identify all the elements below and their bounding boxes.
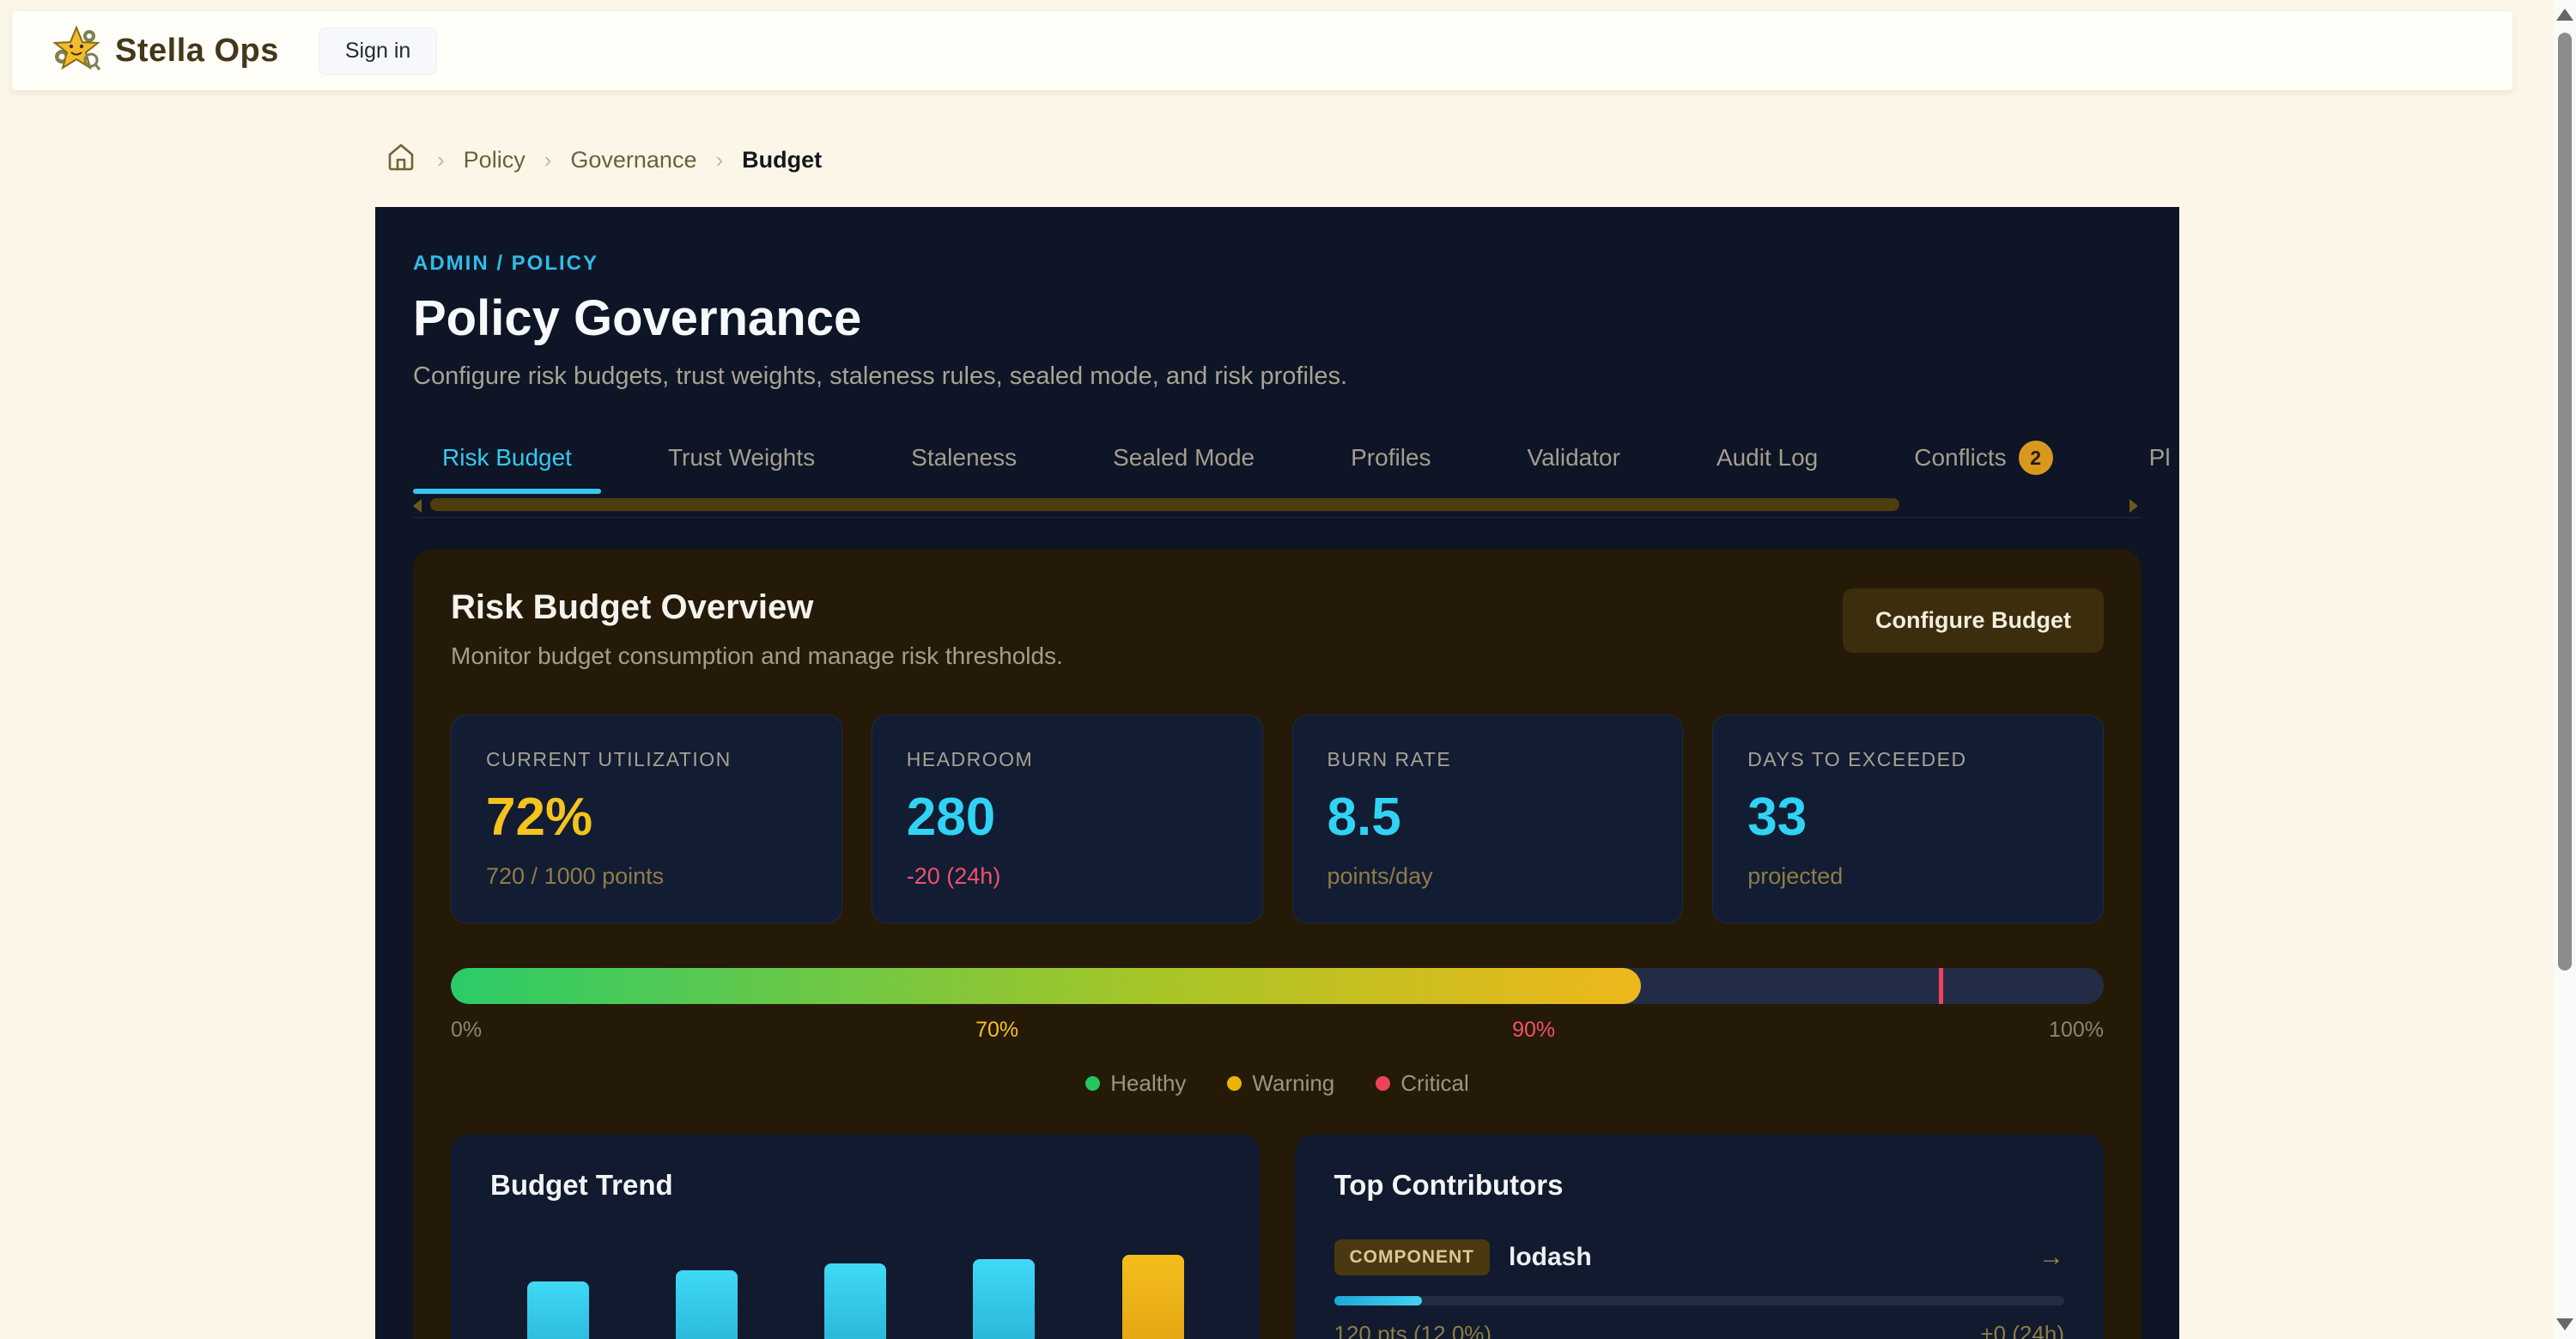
trend-bar xyxy=(527,1281,589,1339)
critical-threshold-marker xyxy=(1939,968,1943,1004)
stat-value: 33 xyxy=(1747,787,2069,848)
page-title: Policy Governance xyxy=(413,289,2142,347)
contributor-progress-track xyxy=(1334,1296,2065,1306)
trend-bar xyxy=(676,1270,738,1339)
axis-label-90: 90% xyxy=(1512,1018,1555,1043)
legend-warning: Warning xyxy=(1227,1070,1334,1097)
tabs-scroll-right-icon[interactable] xyxy=(2129,499,2138,513)
risk-budget-overview-card: Risk Budget Overview Monitor budget cons… xyxy=(413,549,2142,1339)
critical-dot-icon xyxy=(1376,1076,1390,1091)
axis-label-100: 100% xyxy=(2049,1018,2104,1043)
scroll-up-icon[interactable] xyxy=(2556,9,2573,21)
healthy-dot-icon xyxy=(1085,1076,1100,1091)
tab-staleness[interactable]: Staleness xyxy=(882,427,1046,494)
tab-conflicts[interactable]: Conflicts 2 xyxy=(1885,427,2081,494)
stat-value: 280 xyxy=(907,787,1228,848)
tab-risk-budget[interactable]: Risk Budget xyxy=(413,427,601,494)
tab-validator[interactable]: Validator xyxy=(1498,427,1649,494)
contributor-item-lodash[interactable]: COMPONENT lodash → 120 pts (12.0%) +0 (2… xyxy=(1334,1239,2065,1339)
tab-audit-log[interactable]: Audit Log xyxy=(1687,427,1847,494)
home-icon[interactable] xyxy=(384,140,418,180)
tabs-scroll-left-icon[interactable] xyxy=(413,499,422,513)
stat-card-current-utilization: CURRENT UTILIZATION 72% 720 / 1000 point… xyxy=(451,715,842,923)
overview-title: Risk Budget Overview xyxy=(451,588,1063,627)
stat-value: 8.5 xyxy=(1327,787,1649,848)
contributor-type-badge: COMPONENT xyxy=(1334,1239,1491,1275)
warning-dot-icon xyxy=(1227,1076,1242,1091)
axis-label-0: 0% xyxy=(451,1018,482,1043)
top-contributors-card: Top Contributors COMPONENT lodash → 120 … xyxy=(1295,1135,2105,1339)
utilization-legend: Healthy Warning Critical xyxy=(451,1070,2104,1097)
budget-trend-bars: 12/1 12/8 12/15 12/22 12/29 xyxy=(490,1232,1221,1339)
breadcrumb-separator: › xyxy=(437,147,445,173)
tabs-scrollbar[interactable] xyxy=(413,497,2142,513)
trend-bar xyxy=(1122,1255,1184,1339)
trend-bar xyxy=(824,1263,886,1339)
configure-budget-button[interactable]: Configure Budget xyxy=(1843,588,2104,653)
budget-trend-title: Budget Trend xyxy=(490,1169,1221,1202)
stat-sub: -20 (24h) xyxy=(907,863,1228,890)
stella-ops-logo-icon xyxy=(52,24,101,78)
scroll-down-icon[interactable] xyxy=(2556,1318,2573,1330)
stat-card-headroom: HEADROOM 280 -20 (24h) xyxy=(872,715,1263,923)
tab-sealed-mode[interactable]: Sealed Mode xyxy=(1084,427,1284,494)
app-header: Stella Ops Sign in xyxy=(12,11,2512,90)
utilization-axis-labels: 0% 70% 90% 100% xyxy=(451,1018,2104,1043)
stat-value: 72% xyxy=(486,787,807,848)
trend-bar xyxy=(973,1259,1035,1339)
trend-bar-slot: 12/15 xyxy=(817,1263,894,1339)
stat-sub: projected xyxy=(1747,863,2069,890)
stat-sub: points/day xyxy=(1327,863,1649,890)
arrow-right-icon: → xyxy=(2038,1243,2064,1272)
contributor-progress-fill xyxy=(1334,1296,1422,1306)
brand[interactable]: Stella Ops xyxy=(52,24,279,78)
stat-card-burn-rate: BURN RATE 8.5 points/day xyxy=(1292,715,1684,923)
budget-trend-card: Budget Trend 12/1 12/8 12/15 12/22 12/29 xyxy=(451,1135,1261,1339)
utilization-fill xyxy=(451,968,1641,1004)
breadcrumb: › Policy › Governance › Budget xyxy=(384,140,822,180)
trend-bar-slot: 12/22 xyxy=(965,1259,1042,1339)
breadcrumb-current: Budget xyxy=(742,147,822,173)
brand-name: Stella Ops xyxy=(115,33,279,70)
tabs-divider xyxy=(413,517,2142,518)
overview-subtitle: Monitor budget consumption and manage ri… xyxy=(451,642,1063,670)
legend-critical: Critical xyxy=(1376,1070,1468,1097)
breadcrumb-separator: › xyxy=(544,147,552,173)
breadcrumb-link-governance[interactable]: Governance xyxy=(570,147,696,173)
conflicts-count-badge: 2 xyxy=(2019,441,2053,475)
breadcrumb-link-policy[interactable]: Policy xyxy=(464,147,526,173)
top-contributors-title: Top Contributors xyxy=(1334,1169,2065,1202)
stats-grid: CURRENT UTILIZATION 72% 720 / 1000 point… xyxy=(451,715,2104,923)
utilization-progress-bar xyxy=(451,968,2104,1004)
policy-governance-panel: ADMIN / POLICY Policy Governance Configu… xyxy=(375,207,2179,1339)
tab-trust-weights[interactable]: Trust Weights xyxy=(639,427,844,494)
legend-healthy: Healthy xyxy=(1085,1070,1186,1097)
breadcrumb-separator: › xyxy=(715,147,723,173)
sign-in-button[interactable]: Sign in xyxy=(319,27,437,75)
tabs-scrollbar-thumb[interactable] xyxy=(430,498,1899,511)
stat-sub: 720 / 1000 points xyxy=(486,863,807,890)
contributor-delta: +0 (24h) xyxy=(1980,1321,2064,1339)
scrollbar-thumb[interactable] xyxy=(2558,33,2572,971)
trend-bar-slot: 12/8 xyxy=(668,1270,745,1339)
stat-card-days-to-exceeded: DAYS TO EXCEEDED 33 projected xyxy=(1712,715,2104,923)
trend-bar-slot: 12/1 xyxy=(519,1281,597,1339)
contributor-name: lodash xyxy=(1509,1243,2038,1272)
page-eyebrow: ADMIN / POLICY xyxy=(413,252,2142,276)
trend-bar-slot: 12/29 xyxy=(1115,1255,1192,1339)
contributor-points: 120 pts (12.0%) xyxy=(1334,1321,1492,1339)
page-subtitle: Configure risk budgets, trust weights, s… xyxy=(413,362,2142,391)
tab-truncated[interactable]: Pl xyxy=(2120,427,2179,494)
page-scrollbar[interactable] xyxy=(2554,0,2576,1339)
tab-profiles[interactable]: Profiles xyxy=(1321,427,1460,494)
tab-bar: Risk Budget Trust Weights Staleness Seal… xyxy=(413,427,2142,494)
axis-label-70: 70% xyxy=(975,1018,1018,1043)
